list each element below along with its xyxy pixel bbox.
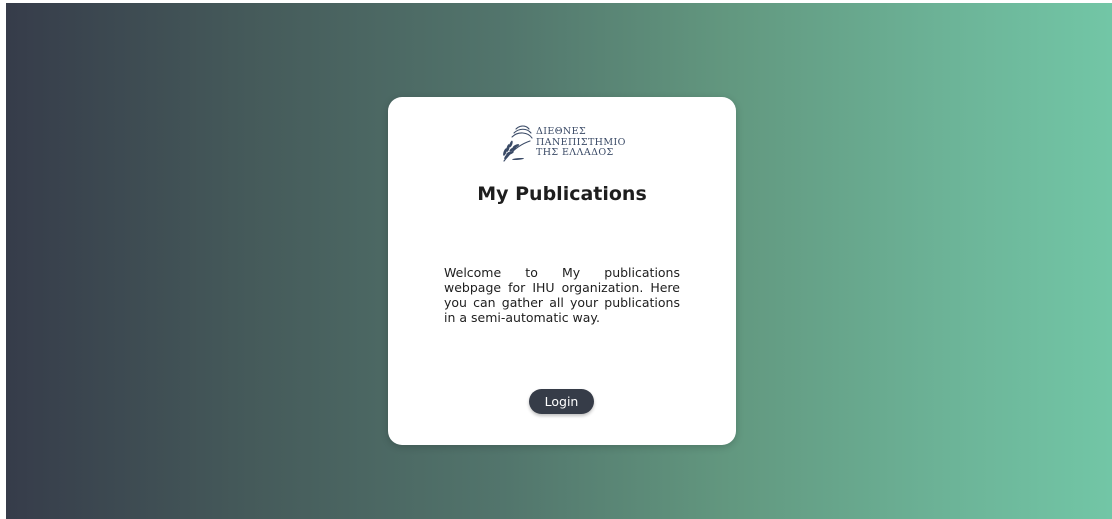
university-name: ΔΙΕΘΝΕΣ ΠΑΝΕΠΙΣΤΗΜΙΟ ΤΗΣ ΕΛΛΑΔΟΣ	[536, 126, 626, 159]
page: ΔΙΕΘΝΕΣ ΠΑΝΕΠΙΣΤΗΜΙΟ ΤΗΣ ΕΛΛΑΔΟΣ My Publ…	[0, 0, 1112, 519]
welcome-text: Welcome to My publications webpage for I…	[444, 265, 680, 325]
university-name-line-3: ΤΗΣ ΕΛΛΑΔΟΣ	[536, 147, 614, 158]
university-logo: ΔΙΕΘΝΕΣ ΠΑΝΕΠΙΣΤΗΜΙΟ ΤΗΣ ΕΛΛΑΔΟΣ	[496, 123, 636, 165]
login-button[interactable]: Login	[529, 389, 594, 414]
olive-branch-wave-icon	[503, 125, 533, 162]
page-title: My Publications	[477, 183, 647, 205]
university-name-line-1: ΔΙΕΘΝΕΣ	[536, 126, 587, 137]
login-card: ΔΙΕΘΝΕΣ ΠΑΝΕΠΙΣΤΗΜΙΟ ΤΗΣ ΕΛΛΑΔΟΣ My Publ…	[388, 97, 736, 445]
